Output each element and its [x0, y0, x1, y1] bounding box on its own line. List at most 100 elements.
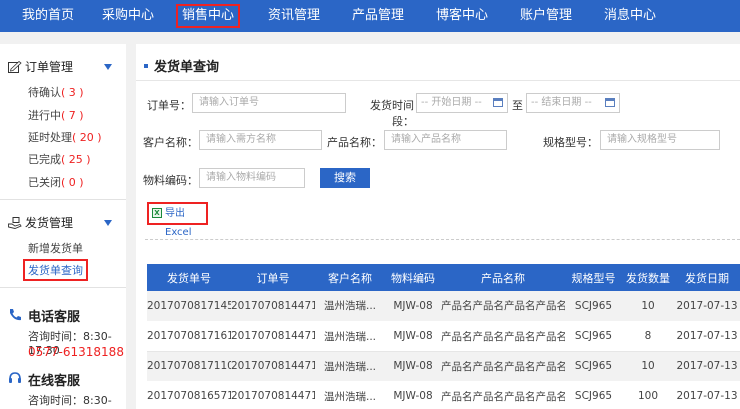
order-no-label: 订单号：: [147, 99, 191, 112]
page-title: 发货单查询: [144, 56, 219, 75]
cell-date: 2017-07-13: [674, 381, 740, 409]
table-header-row: 发货单号 订单号 客户名称 物料编码 产品名称 规格型号 发货数量 发货日期: [147, 264, 740, 291]
sidebar-item-shipment-query[interactable]: 发货单查询: [23, 259, 88, 281]
sidebar-item-new-shipment[interactable]: 新增发货单: [28, 240, 83, 256]
material-input[interactable]: 请输入物料编码: [199, 168, 305, 188]
header-date: 发货日期: [674, 264, 740, 291]
cell-material: MJW-08: [385, 381, 441, 409]
header-spec: 规格型号: [565, 264, 622, 291]
cell-ship-no: 20170708171619: [147, 321, 231, 352]
headset-icon: [9, 372, 21, 383]
ship-section-title[interactable]: 发货管理: [8, 214, 73, 231]
cell-order-no: 20170708144717: [231, 291, 315, 322]
cell-spec: SCJ965: [565, 381, 622, 409]
nav-item-products[interactable]: 产品管理: [338, 0, 418, 32]
cell-product: 产品名产品名产品名产品名...: [441, 381, 565, 409]
start-date-input[interactable]: -- 开始日期 --: [416, 93, 508, 113]
sidebar-item-pending[interactable]: 待确认( 3 ): [28, 84, 84, 100]
export-excel-button[interactable]: X 导出Excel: [147, 202, 208, 238]
cell-date: 2017-07-13: [674, 291, 740, 322]
calendar-icon[interactable]: [605, 98, 615, 107]
ship-time-label: 发货时间段：: [370, 99, 414, 128]
cell-date: 2017-07-13: [674, 351, 740, 382]
cell-product: 产品名产品名产品名产品名...: [441, 321, 565, 352]
excel-icon: X: [152, 208, 162, 218]
cell-order-no: 20170708144717: [231, 351, 315, 382]
table-row[interactable]: 20170708165713 20170708144717 温州浩瑞... MJ…: [147, 381, 740, 409]
cell-customer: 温州浩瑞...: [315, 381, 385, 409]
divider: [0, 199, 126, 200]
cell-order-no: 20170708144717: [231, 381, 315, 409]
calendar-icon[interactable]: [493, 98, 503, 107]
nav-item-news[interactable]: 资讯管理: [254, 0, 334, 32]
title-marker-icon: [144, 63, 148, 68]
cell-date: 2017-07-13: [674, 321, 740, 352]
cell-customer: 温州浩瑞...: [315, 291, 385, 322]
online-service-hours: 咨询时间：8:30-17:30: [28, 394, 112, 409]
nav-item-account[interactable]: 账户管理: [506, 0, 586, 32]
nav-item-blog[interactable]: 博客中心: [422, 0, 502, 32]
chevron-down-icon[interactable]: [104, 64, 112, 70]
online-service-title: 在线客服: [28, 374, 81, 389]
to-label: 至: [512, 99, 523, 112]
chevron-down-icon[interactable]: [104, 220, 112, 226]
order-section-title[interactable]: 订单管理: [8, 58, 73, 75]
header-order-no: 订单号: [231, 264, 315, 291]
cell-product: 产品名产品名产品名产品名...: [441, 351, 565, 382]
nav-item-messages[interactable]: 消息中心: [590, 0, 670, 32]
cell-ship-no: 20170708171109: [147, 351, 231, 382]
sidebar-item-delayed[interactable]: 延时处理( 20 ): [28, 129, 102, 145]
cell-customer: 温州浩瑞...: [315, 321, 385, 352]
cell-quantity: 8: [622, 321, 674, 352]
spec-label: 规格型号：: [543, 136, 598, 149]
shipment-table: 发货单号 订单号 客户名称 物料编码 产品名称 规格型号 发货数量 发货日期 2…: [147, 264, 740, 409]
end-date-input[interactable]: -- 结束日期 --: [526, 93, 620, 113]
spec-input[interactable]: 请输入规格型号: [600, 130, 720, 150]
divider: [136, 80, 740, 81]
cell-quantity: 100: [622, 381, 674, 409]
sidebar-item-in-progress[interactable]: 进行中( 7 ): [28, 107, 84, 123]
cell-spec: SCJ965: [565, 291, 622, 322]
header-product: 产品名称: [441, 264, 565, 291]
header-ship-no: 发货单号: [147, 264, 231, 291]
cell-material: MJW-08: [385, 291, 441, 322]
material-label: 物料编码：: [143, 174, 198, 187]
cell-material: MJW-08: [385, 321, 441, 352]
cell-spec: SCJ965: [565, 351, 622, 382]
nav-item-sales[interactable]: 销售中心: [172, 0, 244, 32]
cell-quantity: 10: [622, 351, 674, 382]
phone-icon: [10, 309, 21, 321]
cell-spec: SCJ965: [565, 321, 622, 352]
phone-number: 0577-61318188: [28, 345, 124, 359]
divider: [0, 287, 126, 288]
phone-service-title: 电话客服: [28, 310, 81, 325]
main-panel: 发货单查询 订单号： 请输入订单号 发货时间段： -- 开始日期 -- 至 --…: [136, 44, 740, 409]
dashed-divider: [145, 239, 740, 240]
search-button[interactable]: 搜索: [320, 168, 370, 188]
customer-label: 客户名称：: [143, 136, 198, 149]
cell-product: 产品名产品名产品名产品名...: [441, 291, 565, 322]
sidebar-item-completed[interactable]: 已完成( 25 ): [28, 151, 91, 167]
hand-package-icon: [8, 216, 22, 229]
product-input[interactable]: 请输入产品名称: [384, 130, 507, 150]
top-nav: 我的首页 采购中心 销售中心 资讯管理 产品管理 博客中心 账户管理 消息中心: [0, 0, 740, 32]
customer-input[interactable]: 请输入需方名称: [199, 130, 322, 150]
header-customer: 客户名称: [315, 264, 385, 291]
cell-material: MJW-08: [385, 351, 441, 382]
sidebar-item-closed[interactable]: 已关闭( 0 ): [28, 174, 84, 190]
table-row[interactable]: 20170708171109 20170708144717 温州浩瑞... MJ…: [147, 351, 740, 382]
cell-ship-no: 20170708165713: [147, 381, 231, 409]
order-no-input[interactable]: 请输入订单号: [192, 93, 346, 113]
cell-ship-no: 20170708171458: [147, 291, 231, 322]
cell-quantity: 10: [622, 291, 674, 322]
header-quantity: 发货数量: [622, 264, 674, 291]
nav-item-home[interactable]: 我的首页: [8, 0, 88, 32]
edit-document-icon: [8, 60, 22, 73]
sidebar: 订单管理 待确认( 3 ) 进行中( 7 ) 延时处理( 20 ) 已完成( 2…: [0, 44, 126, 409]
table-row[interactable]: 20170708171458 20170708144717 温州浩瑞... MJ…: [147, 291, 740, 322]
cell-customer: 温州浩瑞...: [315, 351, 385, 382]
nav-item-purchase[interactable]: 采购中心: [88, 0, 168, 32]
table-row[interactable]: 20170708171619 20170708144717 温州浩瑞... MJ…: [147, 321, 740, 352]
cell-order-no: 20170708144717: [231, 321, 315, 352]
header-material: 物料编码: [385, 264, 441, 291]
